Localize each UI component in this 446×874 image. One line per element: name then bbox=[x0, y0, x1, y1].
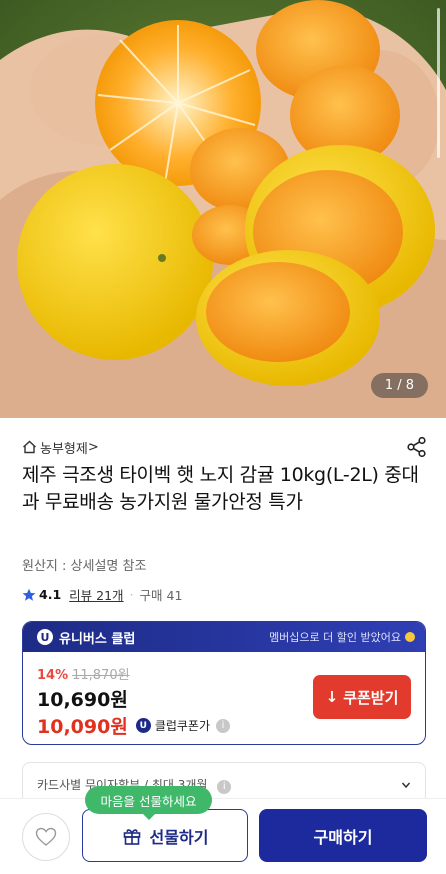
chevron-down-icon bbox=[401, 782, 411, 789]
club-name: 유니버스 클럽 bbox=[59, 631, 136, 647]
product-title: 제주 극조생 타이벡 햇 노지 감귤 10kg(L-2L) 중대과 무료배송 농… bbox=[22, 464, 419, 513]
store-row: 농부형제 > bbox=[22, 436, 428, 458]
club-badge-icon: U bbox=[37, 629, 53, 645]
club-coupon-text: 클럽쿠폰가 bbox=[154, 719, 211, 733]
gift-icon bbox=[123, 828, 140, 845]
home-icon bbox=[23, 440, 36, 454]
gift-label: 선물하기 bbox=[149, 827, 209, 847]
origin-info: 원산지 : 상세설명 참조 bbox=[22, 559, 147, 574]
product-image[interactable]: 1 / 8 bbox=[0, 0, 446, 418]
rating-row: 4.1 리뷰 21개 · 구매 41 bbox=[22, 585, 182, 604]
get-coupon-label: 쿠폰받기 bbox=[343, 688, 399, 707]
gift-tooltip: 마음을 선물하세요 bbox=[85, 786, 212, 820]
heart-icon bbox=[35, 827, 57, 846]
club-coupon-price: 10,090원 bbox=[37, 716, 128, 738]
card-info-icon[interactable]: i bbox=[217, 779, 232, 794]
original-price: 11,870원 bbox=[72, 668, 130, 683]
club-coupon-label: U 클럽쿠폰가 i bbox=[135, 717, 231, 734]
club-price-box: U 유니버스 클럽 멤버십으로 더 할인 받았어요 14% 11,870원 10,… bbox=[22, 621, 426, 745]
star-icon bbox=[22, 588, 36, 601]
club-title: U 유니버스 클럽 bbox=[37, 628, 135, 647]
purchase-count: 구매 41 bbox=[139, 588, 183, 603]
club-note-text: 멤버십으로 더 할인 받았어요 bbox=[269, 631, 401, 644]
image-scroll-indicator bbox=[437, 8, 440, 158]
club-badge-small-icon: U bbox=[135, 718, 151, 733]
info-icon[interactable]: i bbox=[216, 718, 231, 733]
club-price-row: 10,090원 U 클럽쿠폰가 i bbox=[37, 712, 231, 739]
club-header[interactable]: U 유니버스 클럽 멤버십으로 더 할인 받았어요 bbox=[23, 622, 425, 652]
download-icon: ↓ bbox=[325, 688, 339, 706]
separator: · bbox=[129, 587, 134, 602]
review-link[interactable]: 리뷰 21개 bbox=[69, 585, 123, 604]
discount-percent: 14% bbox=[37, 668, 69, 683]
wishlist-button[interactable] bbox=[22, 813, 70, 861]
discount-line: 14% 11,870원 bbox=[37, 664, 130, 683]
get-coupon-button[interactable]: ↓ 쿠폰받기 bbox=[313, 675, 411, 719]
rating-value: 4.1 bbox=[39, 587, 62, 602]
club-body: 14% 11,870원 10,690원 10,090원 U 클럽쿠폰가 i ↓ 쿠… bbox=[23, 652, 425, 744]
image-pager: 1 / 8 bbox=[370, 373, 428, 398]
buy-label: 구매하기 bbox=[313, 827, 373, 847]
gift-button[interactable]: 선물하기 bbox=[82, 809, 248, 862]
bottom-action-bar: 선물하기 구매하기 bbox=[0, 798, 446, 874]
store-name: 농부형제 bbox=[40, 441, 88, 457]
sale-price: 10,690원 bbox=[37, 689, 128, 711]
club-note: 멤버십으로 더 할인 받았어요 bbox=[269, 629, 415, 645]
store-link[interactable]: 농부형제 > bbox=[22, 438, 99, 457]
buy-button[interactable]: 구매하기 bbox=[259, 809, 427, 862]
share-icon[interactable] bbox=[406, 436, 428, 458]
chevron-right-icon: > bbox=[87, 439, 99, 455]
coin-icon bbox=[405, 632, 415, 642]
tangerine-photo bbox=[0, 0, 446, 418]
